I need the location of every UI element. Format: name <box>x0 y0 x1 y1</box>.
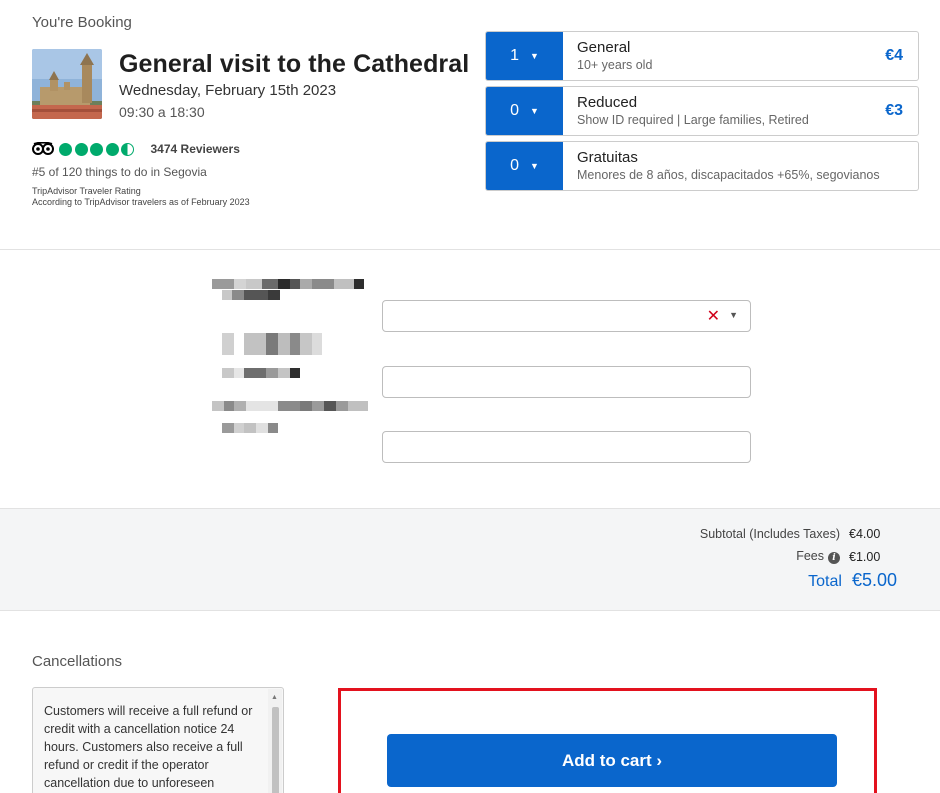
rating-bubble-icon <box>59 142 72 156</box>
ticket-name: Reduced <box>577 94 638 111</box>
quantity-select-general[interactable]: 1 ▼ <box>486 32 563 80</box>
ticket-row-general: 1 ▼ General 10+ years old €4 <box>485 31 919 81</box>
cancellation-policy-box[interactable]: Customers will receive a full refund or … <box>32 687 284 793</box>
ticket-description: Show ID required | Large families, Retir… <box>577 113 809 127</box>
redacted-label <box>222 290 280 300</box>
rating-source-line2: According to TripAdvisor travelers as of… <box>32 197 250 207</box>
cancellations-title: Cancellations <box>32 653 123 670</box>
event-time: 09:30 a 18:30 <box>119 104 205 120</box>
redacted-label <box>212 279 378 289</box>
section-divider <box>0 249 940 250</box>
total-row: Total €5.00 <box>808 570 897 591</box>
ticket-description: Menores de 8 años, discapacitados +65%, … <box>577 168 880 182</box>
rating-bubble-icon <box>74 142 88 156</box>
event-title: General visit to the Cathedral <box>119 50 470 78</box>
caret-down-icon: ▼ <box>529 51 539 61</box>
quantity-value: 0 <box>510 102 519 119</box>
fees-row: Fees i €1.00 <box>796 549 883 564</box>
quantity-value: 0 <box>510 157 519 174</box>
ticket-row-reduced: 0 ▼ Reduced Show ID required | Large fam… <box>485 86 919 136</box>
redacted-label <box>222 333 334 355</box>
ranking-text: #5 of 120 things to do in Segovia <box>32 165 207 179</box>
reviewers-count[interactable]: 3474 Reviewers <box>151 142 240 156</box>
quantity-value: 1 <box>510 47 519 64</box>
rating-bubble-icon <box>90 142 103 156</box>
rating-half-bubble-icon <box>121 142 134 156</box>
add-to-cart-button[interactable]: Add to cart › <box>387 734 837 787</box>
event-date: Wednesday, February 15th 2023 <box>119 82 337 99</box>
scrollbar[interactable]: ▲ <box>268 689 282 793</box>
clear-x-icon[interactable]: ✕ <box>707 306 720 326</box>
redacted-select-field[interactable]: ✕ ▼ <box>382 300 751 332</box>
subtotal-label: Subtotal (Includes Taxes) <box>699 527 840 541</box>
caret-down-icon[interactable]: ▼ <box>729 310 738 320</box>
subtotal-value: €4.00 <box>849 527 881 541</box>
ticket-price <box>903 142 918 190</box>
ticket-name: Gratuitas <box>577 149 638 166</box>
ticket-price: €3 <box>885 102 903 119</box>
redacted-text-field[interactable] <box>382 366 751 398</box>
tripadvisor-owl-icon <box>32 142 54 155</box>
booking-heading: You're Booking <box>32 14 132 31</box>
tripadvisor-rating: 3474 Reviewers <box>32 141 240 157</box>
quantity-select-reduced[interactable]: 0 ▼ <box>486 87 563 135</box>
scrollbar-thumb[interactable] <box>272 707 279 793</box>
fees-value: €1.00 <box>849 549 881 564</box>
ticket-name: General <box>577 39 631 56</box>
scroll-up-arrow-icon[interactable]: ▲ <box>271 694 278 701</box>
fees-label: Fees i <box>796 549 840 564</box>
caret-down-icon: ▼ <box>529 106 539 116</box>
info-icon[interactable]: i <box>828 552 840 564</box>
cathedral-thumbnail <box>32 49 102 119</box>
rating-source-line1: TripAdvisor Traveler Rating <box>32 186 141 196</box>
ticket-description: 10+ years old <box>577 58 653 72</box>
ticket-price: €4 <box>885 47 903 64</box>
redacted-label <box>212 401 378 411</box>
redacted-text-field[interactable] <box>382 431 751 463</box>
rating-bubble-icon <box>105 142 119 156</box>
total-label: Total <box>808 573 842 590</box>
quantity-select-gratuitas[interactable]: 0 ▼ <box>486 142 563 190</box>
subtotal-row: Subtotal (Includes Taxes) €4.00 <box>700 527 883 541</box>
redacted-label <box>222 423 278 433</box>
total-value: €5.00 <box>851 570 897 590</box>
cancellation-policy-text: Customers will receive a full refund or … <box>44 704 253 790</box>
ticket-row-gratuitas: 0 ▼ Gratuitas Menores de 8 años, discapa… <box>485 141 919 191</box>
redacted-label <box>222 368 300 378</box>
caret-down-icon: ▼ <box>529 161 539 171</box>
